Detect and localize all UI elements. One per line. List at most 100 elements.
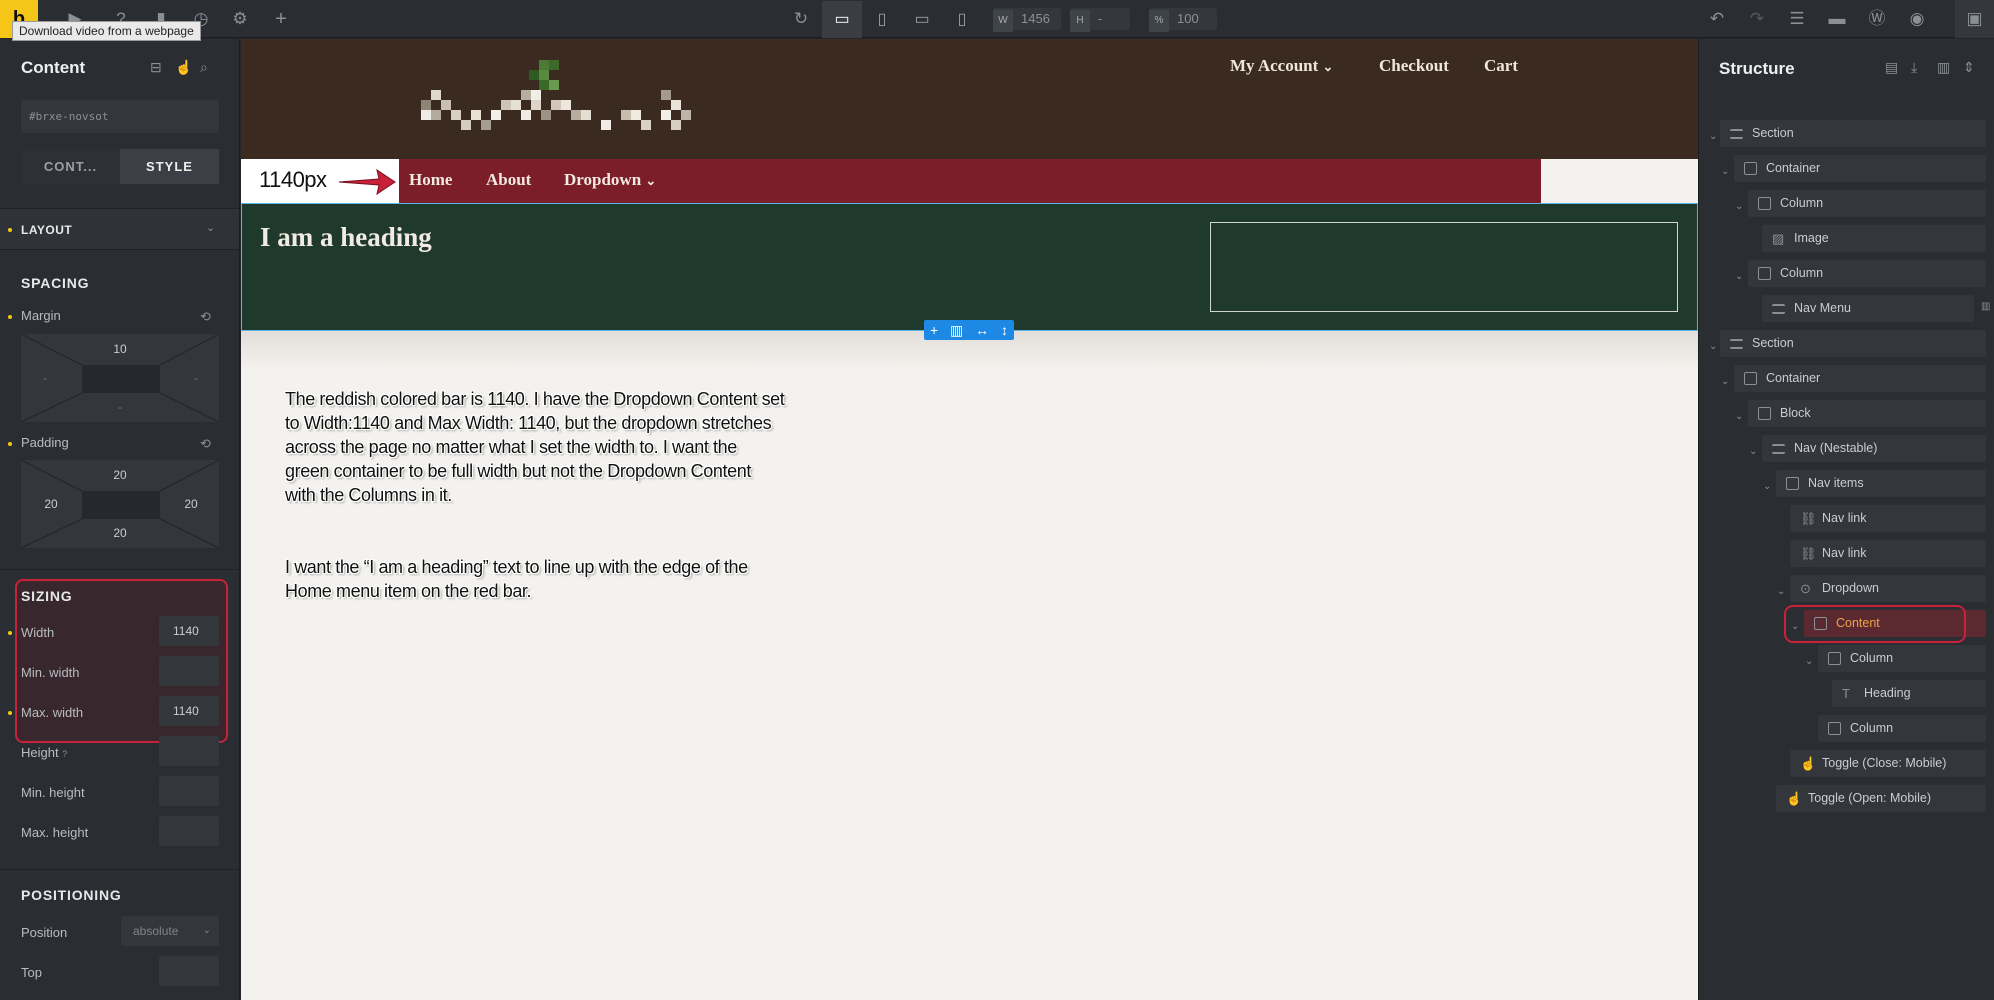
- search-icon[interactable]: ⌕: [200, 59, 208, 76]
- margin-top-input[interactable]: 10: [100, 342, 140, 356]
- nav-link-about[interactable]: About: [486, 170, 531, 190]
- tree-item-column[interactable]: Column: [1748, 190, 1986, 217]
- caret-icon[interactable]: ⌄: [1721, 166, 1729, 177]
- top-input[interactable]: [159, 956, 219, 986]
- height-input[interactable]: H-: [1070, 8, 1130, 32]
- modified-dot: [8, 442, 12, 446]
- preview-eye-icon[interactable]: ◉: [1906, 8, 1928, 30]
- collapse-icon[interactable]: ⇕: [1963, 59, 1975, 76]
- caret-icon[interactable]: ⌄: [1777, 586, 1785, 597]
- refresh-icon[interactable]: ↻: [790, 8, 812, 30]
- pseudo-state-icon[interactable]: ☝: [175, 59, 192, 76]
- tree-item-section[interactable]: Section: [1720, 120, 1986, 147]
- resize-horizontal-icon[interactable]: ↔: [975, 322, 989, 338]
- tree-item-toggle-open[interactable]: ☝ Toggle (Open: Mobile): [1776, 785, 1986, 812]
- my-account-label: My Account: [1230, 56, 1319, 75]
- tree-item-column[interactable]: Column: [1818, 645, 1986, 672]
- link-sides-icon[interactable]: ⟲: [200, 309, 211, 325]
- structure-list-icon[interactable]: ☰: [1786, 8, 1808, 30]
- trash-icon[interactable]: ▥: [1981, 301, 1990, 312]
- mobile-view-button[interactable]: ▯: [942, 1, 982, 38]
- tree-item-label: Column: [1850, 721, 1894, 735]
- caret-icon[interactable]: ⌄: [1763, 481, 1771, 492]
- min-width-input[interactable]: [159, 656, 219, 686]
- tree-item-dropdown[interactable]: ⊙ Dropdown: [1790, 575, 1986, 602]
- max-width-input[interactable]: 1140: [159, 696, 219, 726]
- caret-icon[interactable]: ⌄: [1709, 131, 1717, 142]
- tree-item-image[interactable]: ▨ Image: [1762, 225, 1986, 252]
- layout-group-header[interactable]: LAYOUT ⌄: [0, 208, 239, 250]
- margin-bottom-input[interactable]: -: [100, 400, 140, 414]
- tree-item-block[interactable]: Block: [1748, 400, 1986, 427]
- tree-item-container[interactable]: Container: [1734, 155, 1986, 182]
- tree-item-column[interactable]: Column: [1818, 715, 1986, 742]
- padding-left-input[interactable]: 20: [31, 497, 71, 511]
- undo-icon[interactable]: ↶: [1706, 8, 1728, 30]
- caret-icon[interactable]: ⌄: [1735, 201, 1743, 212]
- columns-icon[interactable]: ▥: [950, 322, 963, 339]
- min-height-input[interactable]: [159, 776, 219, 806]
- tree-item-nav-link[interactable]: ⛓ Nav link: [1790, 505, 1986, 532]
- resize-vertical-icon[interactable]: ↕: [1001, 322, 1008, 338]
- class-icon[interactable]: ⊟: [150, 59, 162, 76]
- caret-icon[interactable]: ⌄: [1721, 376, 1729, 387]
- clipboard-icon[interactable]: ▤: [1885, 59, 1898, 76]
- tree-item-nav-link[interactable]: ⛓ Nav link: [1790, 540, 1986, 567]
- margin-right-input[interactable]: -: [176, 371, 216, 385]
- tree-item-column[interactable]: Column: [1748, 260, 1986, 287]
- desktop-view-button[interactable]: ▭: [822, 1, 862, 38]
- nav-dropdown[interactable]: Dropdown ⌄: [564, 170, 656, 190]
- width-input[interactable]: W 1456: [993, 8, 1061, 32]
- checkout-link[interactable]: Checkout: [1379, 56, 1449, 76]
- redo-icon[interactable]: ↷: [1746, 8, 1768, 30]
- css-id-input[interactable]: #brxe-novsot: [21, 100, 219, 133]
- tab-style[interactable]: STYLE: [120, 149, 219, 184]
- tablet-landscape-button[interactable]: ▭: [902, 1, 942, 38]
- max-height-input[interactable]: [159, 816, 219, 846]
- folder-icon[interactable]: ▬: [1826, 8, 1848, 30]
- caret-icon[interactable]: ⌄: [1709, 341, 1717, 352]
- caret-icon[interactable]: ⌄: [1805, 656, 1813, 667]
- tab-content[interactable]: CONT...: [21, 149, 120, 184]
- save-icon[interactable]: ▣: [1955, 0, 1994, 38]
- heading[interactable]: I am a heading: [260, 222, 432, 253]
- link-sides-icon[interactable]: ⟲: [200, 436, 211, 452]
- top-label: Top: [21, 965, 42, 980]
- tree-item-toggle-close[interactable]: ☝ Toggle (Close: Mobile): [1790, 750, 1986, 777]
- site-logo-image[interactable]: [421, 60, 711, 140]
- height-input[interactable]: [159, 736, 219, 766]
- tree-item-heading[interactable]: T Heading: [1832, 680, 1986, 707]
- margin-left-input[interactable]: -: [25, 371, 65, 385]
- settings-gear-icon[interactable]: ⚙: [229, 8, 251, 30]
- padding-bottom-input[interactable]: 20: [100, 526, 140, 540]
- download-icon[interactable]: ⤓: [1911, 59, 1917, 76]
- tree-item-label: Toggle (Open: Mobile): [1808, 791, 1931, 805]
- my-account-link[interactable]: My Account ⌄: [1230, 56, 1333, 76]
- tablet-portrait-button[interactable]: ▯: [862, 1, 902, 38]
- column-box[interactable]: [1210, 222, 1678, 312]
- tree-item-section[interactable]: Section: [1720, 330, 1986, 357]
- tree-item-nav-nestable[interactable]: Nav (Nestable): [1762, 435, 1986, 462]
- trash-icon[interactable]: ▥: [1937, 59, 1950, 76]
- hand-icon: ☝: [1800, 756, 1817, 771]
- caret-icon[interactable]: ⌄: [1735, 411, 1743, 422]
- tree-item-container[interactable]: Container: [1734, 365, 1986, 392]
- padding-box: 20 20 20 20: [21, 460, 219, 548]
- cart-link[interactable]: Cart: [1484, 56, 1518, 76]
- caret-icon[interactable]: ⌄: [1749, 446, 1757, 457]
- wordpress-icon[interactable]: Ⓦ: [1866, 8, 1888, 30]
- padding-top-input[interactable]: 20: [100, 468, 140, 482]
- tree-item-label: Dropdown: [1822, 581, 1879, 595]
- zoom-input[interactable]: % 100: [1149, 8, 1217, 32]
- position-select[interactable]: absolute ⌄: [121, 916, 219, 946]
- nav-link-home[interactable]: Home: [409, 170, 452, 190]
- add-plus-icon[interactable]: +: [270, 8, 292, 30]
- browser-tooltip: Download video from a webpage: [12, 21, 201, 41]
- tree-item-nav-items[interactable]: Nav items: [1776, 470, 1986, 497]
- dropdown-content[interactable]: I am a heading: [241, 203, 1698, 331]
- add-icon[interactable]: +: [930, 322, 938, 338]
- width-input[interactable]: 1140: [159, 616, 219, 646]
- padding-right-input[interactable]: 20: [171, 497, 211, 511]
- tree-item-nav-menu[interactable]: Nav Menu: [1762, 295, 1974, 322]
- caret-icon[interactable]: ⌄: [1735, 271, 1743, 282]
